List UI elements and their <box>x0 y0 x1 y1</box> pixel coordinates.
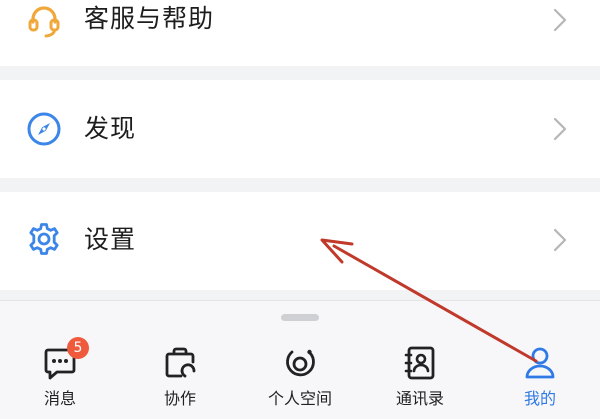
compass-icon <box>26 111 62 147</box>
gear-icon <box>26 221 62 257</box>
menu-item-discover[interactable]: 发现 <box>0 80 600 178</box>
drag-handle[interactable] <box>281 314 319 321</box>
tab-label: 个人空间 <box>267 389 332 408</box>
menu-item-label: 客服与帮助 <box>84 4 215 33</box>
tab-me[interactable]: 我的 <box>485 345 595 415</box>
contacts-icon <box>403 345 437 381</box>
tab-label: 我的 <box>523 389 556 408</box>
tab-personal-space[interactable]: 个人空间 <box>245 345 355 415</box>
menu-item-settings[interactable]: 设置 <box>0 192 600 290</box>
menu-item-label: 设置 <box>84 225 137 254</box>
chevron-right-icon <box>552 7 568 33</box>
chevron-right-icon <box>552 116 568 142</box>
tab-collaborate[interactable]: 协作 <box>125 345 235 415</box>
tab-label: 协作 <box>163 389 196 408</box>
unread-badge: 5 <box>67 337 89 359</box>
headset-icon <box>26 3 62 39</box>
tab-label: 通讯录 <box>395 389 444 408</box>
menu-item-support[interactable]: 客服与帮助 <box>0 0 600 66</box>
tab-label: 消息 <box>43 389 76 408</box>
tab-messages[interactable]: 5 消息 <box>5 337 115 415</box>
personal-space-icon <box>283 345 317 381</box>
menu-item-label: 发现 <box>84 114 137 143</box>
profile-icon <box>523 345 557 381</box>
collaborate-icon <box>163 345 197 381</box>
tab-contacts[interactable]: 通讯录 <box>365 345 475 415</box>
bottom-tab-bar: 5 消息 协作 个人空间 通讯录 我的 <box>0 300 600 419</box>
chevron-right-icon <box>552 227 568 253</box>
